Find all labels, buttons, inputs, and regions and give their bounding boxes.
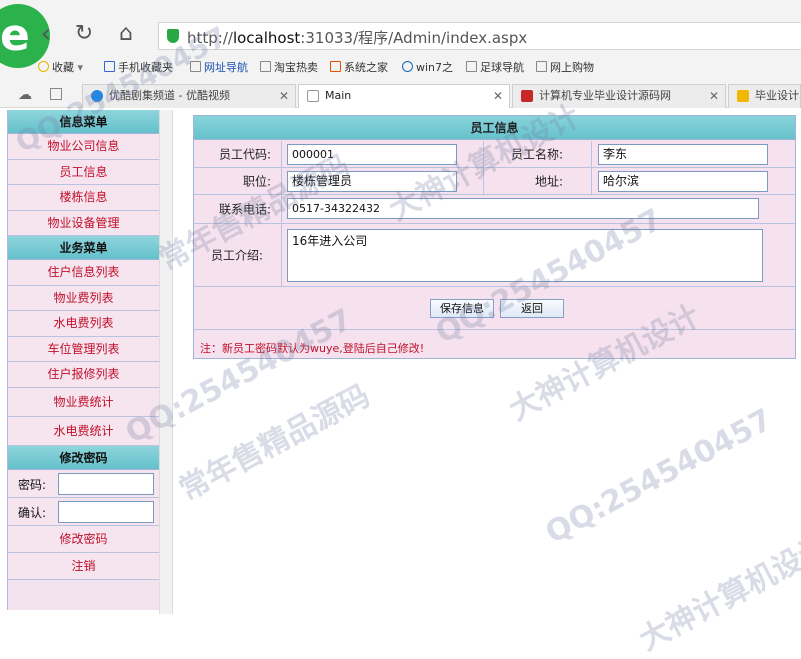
employee-name-label: 员工名称: <box>510 147 563 162</box>
windows-icon <box>330 61 341 72</box>
menu-section-header: 修改密码 <box>8 445 159 470</box>
tab-source-site[interactable]: 计算机专业毕业设计源码网 ✕ <box>512 84 726 108</box>
close-icon[interactable]: ✕ <box>279 85 289 107</box>
employee-form: 员工信息 员工代码: 000001 员工名称: 李东 职位: 楼栋管理员 地址:… <box>193 115 796 359</box>
bird-icon <box>402 61 413 72</box>
menu-item-utility-fee-stats[interactable]: 水电费统计 <box>8 416 159 446</box>
page-icon <box>307 90 319 102</box>
tab-youku[interactable]: 优酷剧集频道 - 优酷视频 ✕ <box>82 84 296 108</box>
menu-item-property-fee-list[interactable]: 物业费列表 <box>8 285 159 311</box>
phone-input[interactable]: 0517-34322432 <box>287 198 759 219</box>
tab-main[interactable]: Main ✕ <box>298 84 510 108</box>
form-row: 员工代码: 000001 员工名称: 李东 <box>194 141 795 168</box>
page-icon <box>536 61 547 72</box>
logout-button[interactable]: 注销 <box>8 552 159 580</box>
tab-page-icon[interactable] <box>50 88 62 100</box>
address-label: 地址: <box>534 174 563 189</box>
phone-label: 联系电话: <box>218 202 271 217</box>
menu-item-utility-fee-list[interactable]: 水电费列表 <box>8 311 159 337</box>
address-bar[interactable]: http://localhost:31033/程序/Admin/index.as… <box>158 22 801 50</box>
site-icon <box>521 90 533 102</box>
refresh-icon[interactable]: ↻ <box>70 20 98 48</box>
menu-item-company-info[interactable]: 物业公司信息 <box>8 134 159 160</box>
secure-shield-icon <box>167 29 179 43</box>
bookmarks-bar: 收藏 ▾ 手机收藏夹 网址导航 淘宝热卖 系统之家 win7之 足球导航 网上购… <box>0 56 801 78</box>
button-row: 保存信息 返回 <box>194 287 795 330</box>
tab-strip: ☁ 优酷剧集频道 - 优酷视频 ✕ Main ✕ 计算机专业毕业设计源码网 ✕ 毕业设… <box>0 82 801 108</box>
cloud-icon[interactable]: ☁ <box>18 87 32 103</box>
form-row: 职位: 楼栋管理员 地址: 哈尔滨 <box>194 168 795 195</box>
bookmark-item[interactable]: 淘宝热卖 <box>260 59 318 75</box>
form-row: 联系电话: 0517-34322432 <box>194 195 795 224</box>
confirm-password-input[interactable] <box>58 500 154 523</box>
page-icon <box>190 61 201 72</box>
save-button[interactable]: 保存信息 <box>430 299 494 318</box>
url-text: http://localhost:31033/程序/Admin/index.as… <box>187 29 528 47</box>
menu-item-building-info[interactable]: 楼栋信息 <box>8 185 159 211</box>
watermark-text: 常年售精品源码 <box>173 378 376 508</box>
menu-item-employee-info[interactable]: 员工信息 <box>8 159 159 185</box>
menu-item-parking-list[interactable]: 车位管理列表 <box>8 336 159 362</box>
password-input[interactable] <box>58 472 154 495</box>
bookmark-item[interactable]: 网址导航 <box>190 59 248 75</box>
change-password-button[interactable]: 修改密码 <box>8 525 159 553</box>
star-icon <box>737 90 749 102</box>
address-input[interactable]: 哈尔滨 <box>598 171 768 192</box>
position-label: 职位: <box>242 174 271 189</box>
youku-icon <box>91 90 103 102</box>
phone-icon <box>104 61 115 72</box>
bookmark-item[interactable]: win7之 <box>402 59 453 75</box>
position-input[interactable]: 楼栋管理员 <box>287 171 457 192</box>
menu-item-equipment[interactable]: 物业设备管理 <box>8 210 159 236</box>
password-row: 密码: <box>8 469 159 498</box>
close-icon[interactable]: ✕ <box>709 85 719 107</box>
menu-item-property-fee-stats[interactable]: 物业费统计 <box>8 387 159 417</box>
menu-section-header: 信息菜单 <box>8 110 159 134</box>
menu-scrollbar[interactable] <box>159 110 173 614</box>
menu-item-repair-list[interactable]: 住户报修列表 <box>8 362 159 388</box>
bookmark-item[interactable]: 手机收藏夹 <box>104 59 173 75</box>
tab-graduation[interactable]: 毕业设计 <box>728 84 801 108</box>
menu-section-header: 业务菜单 <box>8 236 159 260</box>
employee-name-input[interactable]: 李东 <box>598 144 768 165</box>
back-button[interactable]: 返回 <box>500 299 564 318</box>
left-menu: 信息菜单 物业公司信息 员工信息 楼栋信息 物业设备管理 业务菜单 住户信息列表… <box>7 110 159 610</box>
bookmark-item[interactable]: 系统之家 <box>330 59 388 75</box>
watermark-text: QQ:254540457 <box>540 402 778 551</box>
home-icon[interactable]: ⌂ <box>112 20 140 48</box>
intro-label: 员工介绍: <box>210 248 263 263</box>
bookmark-item[interactable]: 足球导航 <box>466 59 524 75</box>
bookmark-item[interactable]: 收藏 ▾ <box>38 59 83 75</box>
bookmark-item[interactable]: 网上购物 <box>536 59 594 75</box>
password-label: 密码: <box>18 477 47 492</box>
confirm-row: 确认: <box>8 497 159 526</box>
form-title: 员工信息 <box>194 116 795 140</box>
page-icon <box>466 61 477 72</box>
employee-code-label: 员工代码: <box>218 147 271 162</box>
browser-chrome: e ‹ ↻ ⌂ http://localhost:31033/程序/Admin/… <box>0 0 801 108</box>
page-icon <box>260 61 271 72</box>
back-icon[interactable]: ‹ <box>32 20 60 48</box>
star-icon <box>38 61 49 72</box>
watermark-text: 大神计算机设计 <box>633 528 801 658</box>
close-icon[interactable]: ✕ <box>493 85 503 107</box>
intro-textarea[interactable]: 16年进入公司 <box>287 229 763 282</box>
menu-item-resident-list[interactable]: 住户信息列表 <box>8 260 159 286</box>
form-note: 注：新员工密码默认为wuye,登陆后自己修改! <box>200 342 425 355</box>
form-row: 员工介绍: 16年进入公司 <box>194 224 795 287</box>
confirm-label: 确认: <box>18 505 47 520</box>
employee-code-input[interactable]: 000001 <box>287 144 457 165</box>
